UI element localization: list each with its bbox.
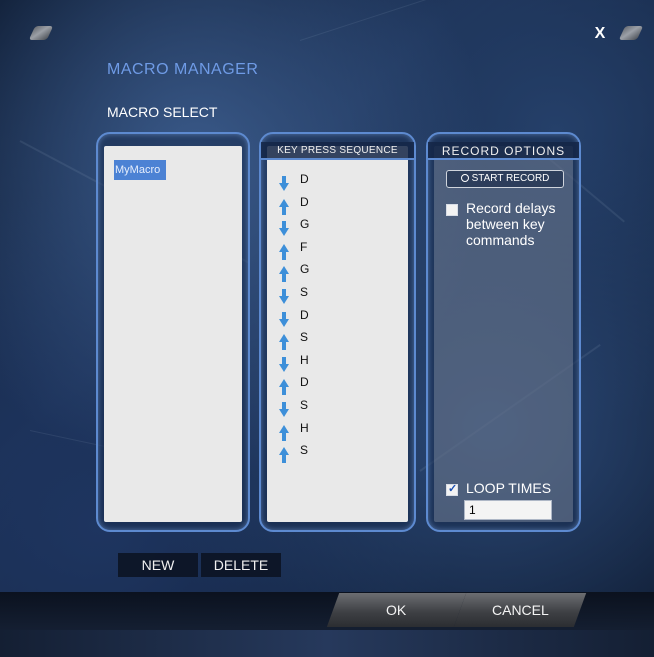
key-event-label: G	[300, 217, 310, 232]
cancel-label: CANCEL	[491, 602, 549, 618]
key-down-arrow-icon	[279, 356, 289, 373]
new-macro-button[interactable]: NEW	[118, 553, 198, 577]
key-event-row[interactable]: H	[279, 353, 409, 376]
key-up-arrow-icon	[279, 243, 289, 260]
key-event-label: D	[300, 375, 309, 390]
loop-times-input[interactable]	[464, 500, 552, 520]
key-sequence-panel: DDGFGSDSHDSHS KEY PRESS SEQUENCE	[259, 132, 416, 532]
ok-button[interactable]: OK	[326, 593, 467, 627]
key-up-arrow-icon	[279, 379, 289, 396]
key-down-arrow-icon	[279, 176, 289, 192]
macro-list-panel: MyMacro	[96, 132, 250, 532]
macro-list[interactable]: MyMacro	[104, 146, 242, 522]
record-delays-label: Record delays between key commands	[466, 200, 556, 248]
key-down-arrow-icon	[279, 311, 289, 328]
key-sequence-header: KEY PRESS SEQUENCE	[261, 142, 414, 160]
start-record-label: START RECORD	[471, 173, 550, 184]
key-event-label: D	[300, 172, 309, 186]
key-event-label: D	[300, 194, 309, 209]
key-event-label: S	[300, 443, 309, 458]
key-event-row[interactable]: D	[279, 308, 409, 331]
record-delays-checkbox[interactable]	[446, 204, 458, 216]
record-options-panel: RECORD OPTIONS START RECORD Record delay…	[426, 132, 581, 532]
macro-manager-window: X MACRO MANAGER MACRO SELECT MyMacro DDG…	[0, 0, 654, 657]
bottom-strip	[0, 630, 654, 657]
macro-list-item[interactable]: MyMacro	[114, 160, 166, 180]
key-event-label: F	[300, 239, 308, 254]
key-event-row[interactable]: F	[279, 240, 409, 263]
background-texture	[299, 0, 491, 41]
delete-macro-button[interactable]: DELETE	[201, 553, 281, 577]
key-event-row[interactable]: D	[279, 375, 409, 398]
key-event-label: D	[300, 307, 309, 322]
ok-label: OK	[386, 602, 407, 618]
key-up-arrow-icon	[279, 198, 289, 215]
key-event-row[interactable]: G	[279, 217, 409, 240]
key-down-arrow-icon	[279, 401, 289, 418]
key-event-row[interactable]: D	[279, 172, 409, 195]
cancel-button[interactable]: CANCEL	[453, 593, 587, 627]
key-event-row[interactable]: S	[279, 330, 409, 353]
macro-select-label: MACRO SELECT	[107, 104, 218, 120]
key-up-arrow-icon	[279, 266, 289, 283]
key-event-label: S	[300, 284, 309, 299]
key-down-arrow-icon	[279, 288, 289, 305]
key-up-arrow-icon	[279, 424, 289, 441]
screw-icon	[28, 26, 54, 40]
record-icon	[460, 174, 469, 182]
window-title: MACRO MANAGER	[107, 61, 259, 78]
close-button[interactable]: X	[590, 24, 610, 44]
key-up-arrow-icon	[279, 447, 289, 464]
key-up-arrow-icon	[279, 334, 289, 351]
key-event-list: DDGFGSDSHDSHS	[279, 172, 409, 466]
key-event-label: H	[300, 352, 309, 367]
loop-times-label: LOOP TIMES	[466, 480, 552, 496]
key-event-row[interactable]: D	[279, 195, 409, 218]
key-down-arrow-icon	[279, 221, 289, 237]
screw-icon	[618, 26, 644, 40]
start-record-button[interactable]: START RECORD	[446, 170, 564, 188]
key-event-row[interactable]: S	[279, 398, 409, 421]
key-event-label: H	[300, 420, 309, 435]
key-event-row[interactable]: S	[279, 285, 409, 308]
key-event-label: G	[300, 262, 310, 277]
key-sequence-list[interactable]: DDGFGSDSHDSHS	[267, 146, 408, 522]
key-event-row[interactable]: G	[279, 262, 409, 285]
loop-times-checkbox[interactable]	[446, 482, 458, 496]
key-event-row[interactable]: H	[279, 421, 409, 444]
record-options-header: RECORD OPTIONS	[428, 142, 579, 160]
key-event-row[interactable]: S	[279, 443, 409, 466]
key-event-label: S	[300, 397, 309, 412]
key-event-label: S	[300, 330, 309, 345]
